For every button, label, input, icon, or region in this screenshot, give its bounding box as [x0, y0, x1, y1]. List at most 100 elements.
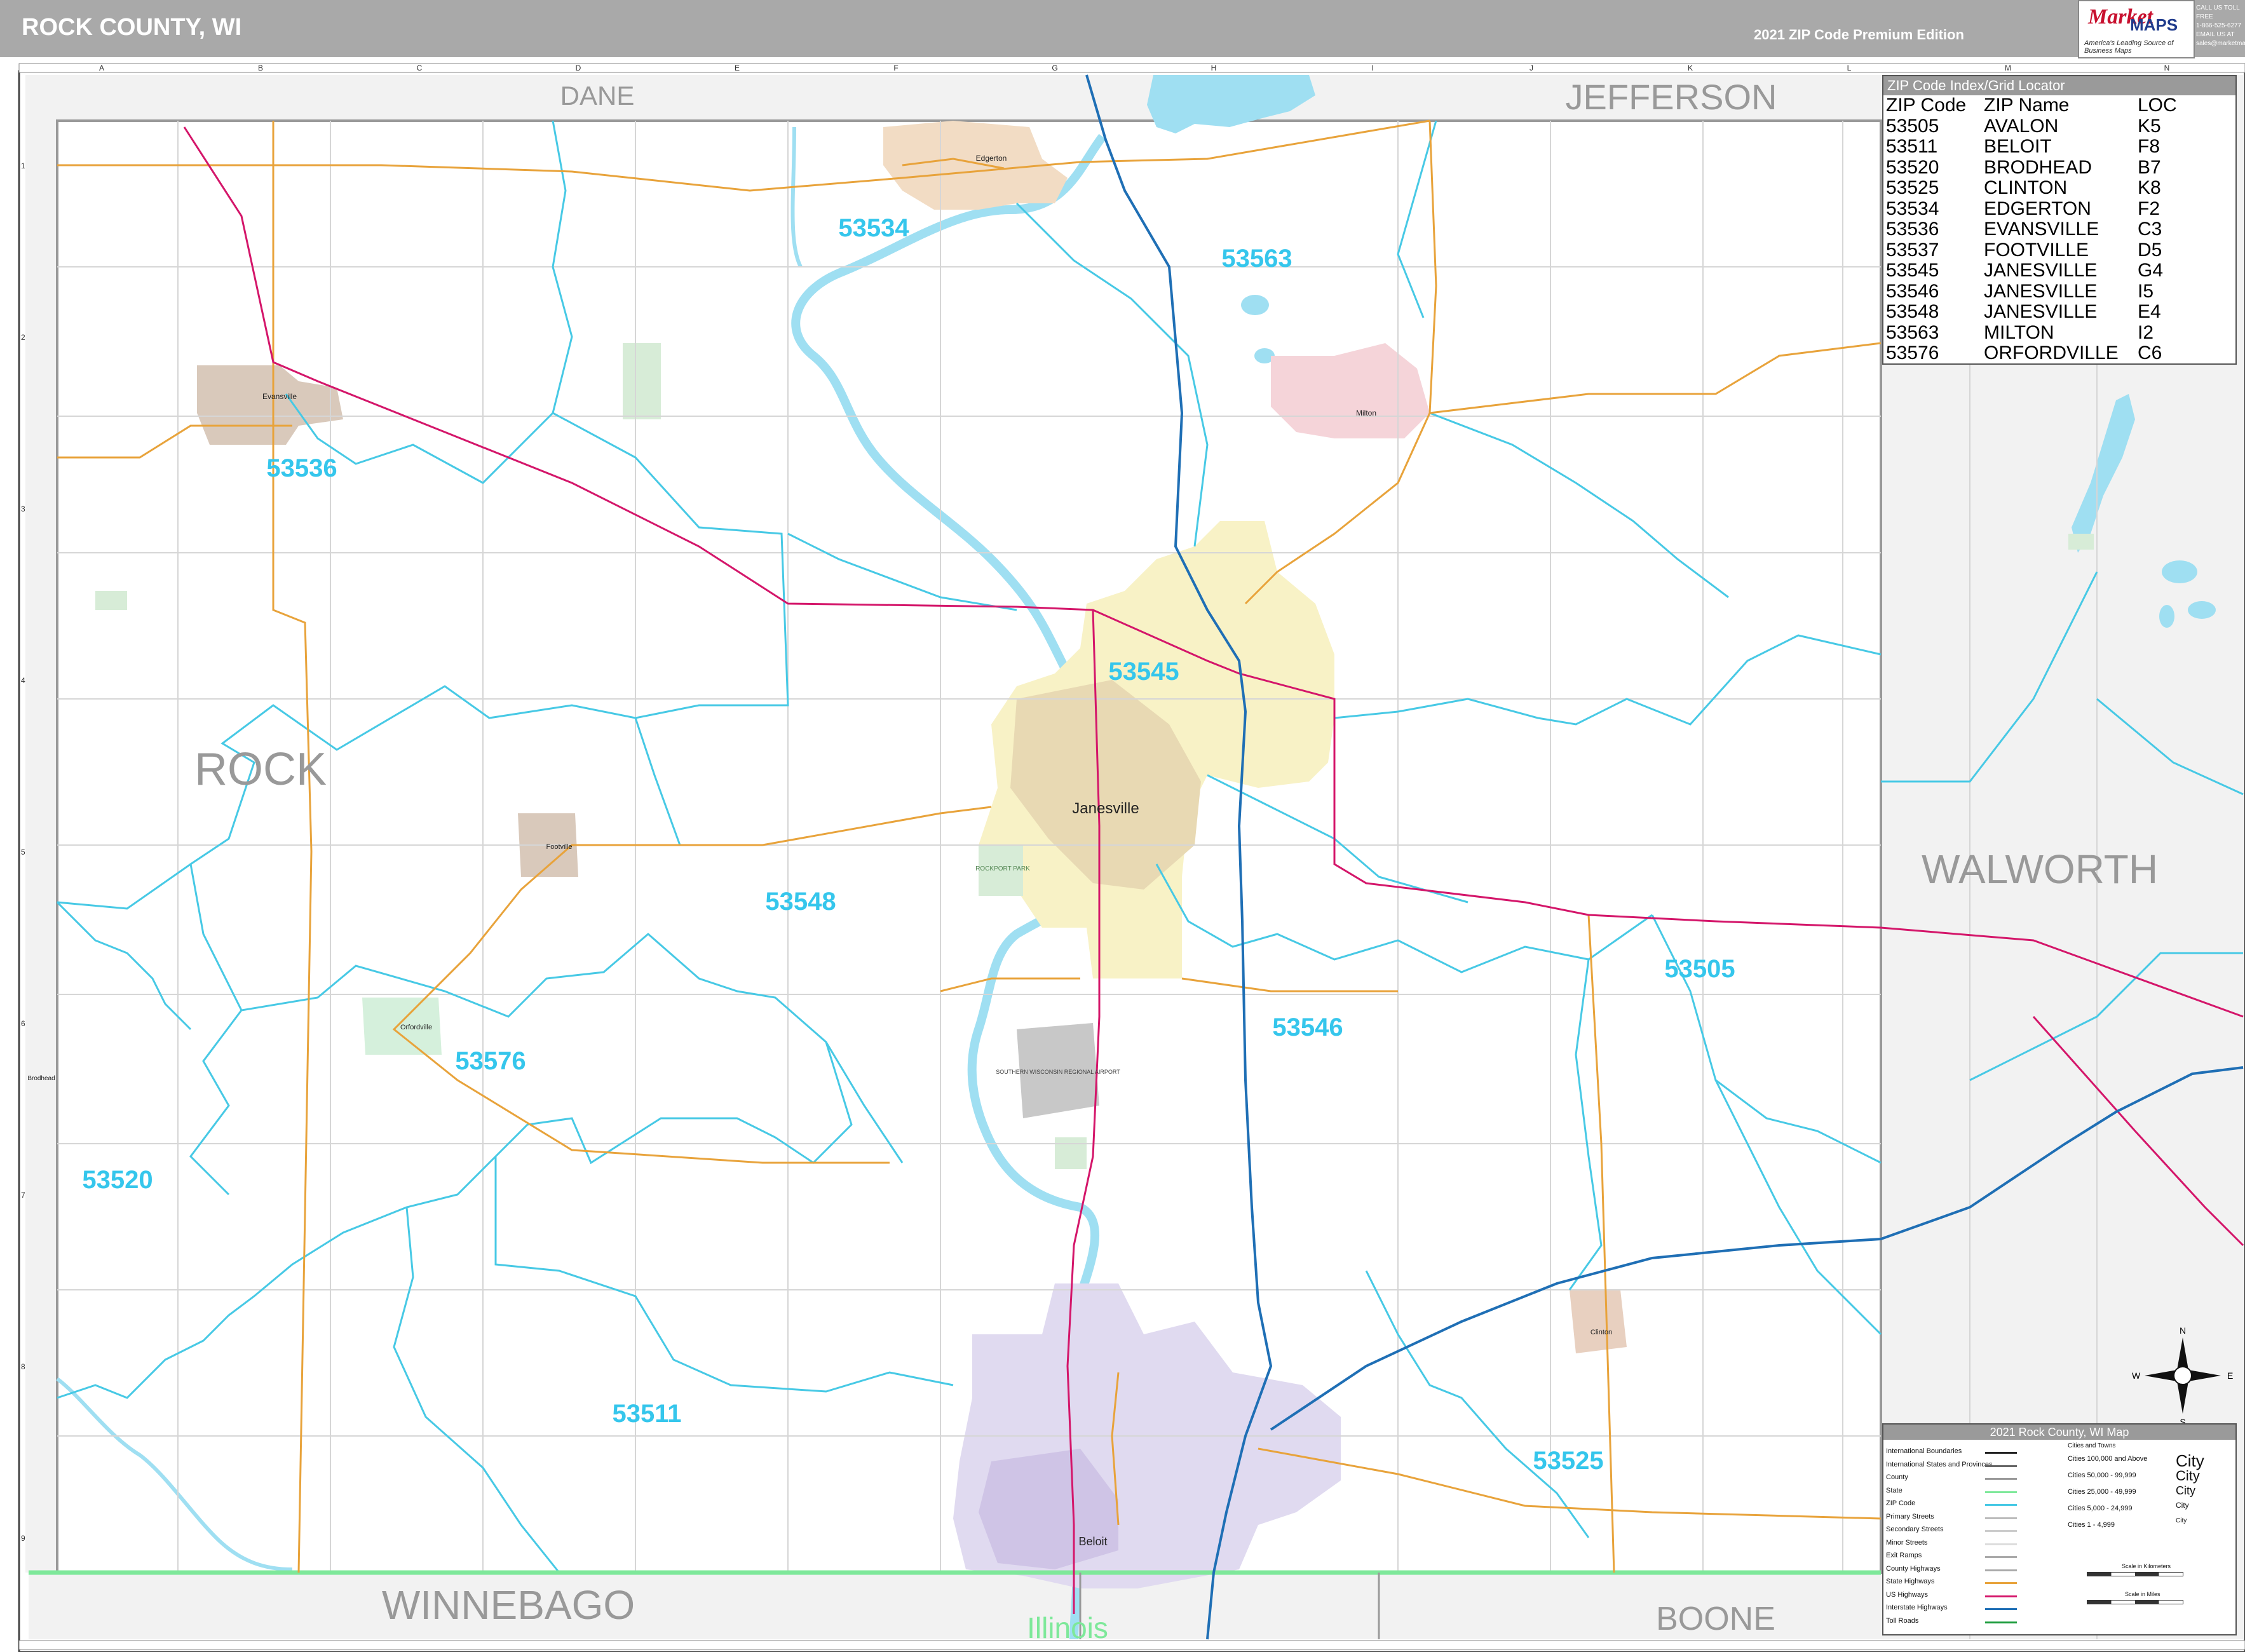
- compass-center: [2173, 1366, 2192, 1385]
- legend-line-swatch: [1985, 1517, 2017, 1519]
- zip-cell: 53576: [1886, 342, 1939, 363]
- zip-name-cell: EVANSVILLE: [1984, 219, 2099, 240]
- grid-row: 4: [21, 676, 25, 685]
- place-label-rockport-park: ROCKPORT PARK: [975, 865, 1030, 872]
- legend-line-swatch: [1985, 1621, 2017, 1623]
- legend-line-swatch: [1985, 1504, 2017, 1506]
- legend-title: 2021 Rock County, WI Map: [1883, 1425, 2235, 1440]
- zip-loc-cell: I5: [2138, 280, 2154, 302]
- zip-index-row: 53548 JANESVILLE E4: [1886, 301, 2227, 323]
- zip-index-row: 53505 AVALON K5: [1886, 116, 2227, 137]
- grid-col: H: [1211, 64, 1217, 72]
- legend-scale-bar-km: [2087, 1572, 2183, 1576]
- zip-cell: 53536: [1886, 219, 1939, 240]
- legend-scale-km: Scale in Kilometers: [2122, 1563, 2171, 1569]
- zip-name-cell: EDGERTON: [1984, 198, 2091, 219]
- zip-name-cell: CLINTON: [1984, 177, 2068, 198]
- compass-w: W: [2132, 1371, 2141, 1381]
- zip-name-cell: JANESVILLE: [1984, 301, 2098, 322]
- legend-line-label: Minor Streets: [1886, 1538, 1928, 1547]
- place-label-orfordville: Orfordville: [400, 1024, 432, 1031]
- place-label-beloit: Beloit: [1078, 1535, 1107, 1548]
- grid-col: M: [2005, 64, 2011, 72]
- legend-line-label: Primary Streets: [1886, 1512, 1934, 1520]
- park-evansville: [623, 343, 661, 419]
- grid-bar-bottom: [18, 1640, 2245, 1650]
- county-label-rock: ROCK: [194, 744, 327, 795]
- zip-cell: 53534: [1886, 198, 1939, 219]
- legend-city-label: Cities 1 - 4,999: [2068, 1521, 2115, 1529]
- zip-loc-cell: G4: [2138, 260, 2164, 281]
- zip-index-row: 53520 BRODHEAD B7: [1886, 156, 2227, 179]
- zip-name-cell: MILTON: [1984, 322, 2054, 343]
- lake-walworth-4: [2159, 605, 2174, 628]
- legend-line-label: County: [1886, 1473, 1908, 1481]
- county-label-boone: BOONE: [1656, 1601, 1775, 1637]
- state-label-illinois: Illinois: [1027, 1611, 1108, 1644]
- park-west: [95, 591, 127, 610]
- zip-label-53505: 53505: [1664, 955, 1735, 983]
- contact-phone: 1-866-525-6277: [2196, 22, 2242, 29]
- zip-cell: 53546: [1886, 280, 1939, 302]
- park-beloit: [1055, 1137, 1087, 1169]
- zip-label-53525: 53525: [1533, 1447, 1603, 1475]
- zip-cell: 53563: [1886, 322, 1939, 343]
- header-zip-code: ZIP Code: [1886, 95, 1967, 116]
- zip-loc-cell: C6: [2138, 342, 2162, 363]
- contact-line: CALL US TOLL FREE: [2196, 4, 2240, 20]
- zip-index-header-row: ZIP Code ZIP Name LOC: [1886, 95, 2227, 116]
- zip-name-cell: JANESVILLE: [1984, 260, 2098, 281]
- zip-loc-cell: K8: [2138, 177, 2161, 198]
- zip-index-row: 53546 JANESVILLE I5: [1886, 281, 2227, 302]
- legend-line-label: State Highways: [1886, 1578, 1935, 1585]
- legend-line-label: Interstate Highways: [1886, 1604, 1948, 1611]
- outside-county-west: [25, 75, 57, 1573]
- grid-row: 1: [21, 161, 25, 170]
- grid-row: 6: [21, 1019, 25, 1028]
- outside-county-south: [29, 1573, 1881, 1639]
- legend-line-swatch: [1985, 1595, 2017, 1597]
- zip-index-row: 53563 MILTON I2: [1886, 322, 2227, 344]
- zip-label-53536: 53536: [266, 454, 337, 482]
- zip-name-cell: BELOIT: [1984, 136, 2052, 157]
- lake-walworth-2: [2162, 560, 2197, 583]
- legend-city-sample: City: [2176, 1468, 2200, 1484]
- zip-label-53520: 53520: [82, 1166, 153, 1194]
- logo-tagline: America's Leading Source of Business Map…: [2084, 39, 2174, 55]
- legend-city-label: Cities 50,000 - 99,999: [2068, 1472, 2136, 1479]
- legend-scale-mi: Scale in Miles: [2125, 1591, 2160, 1597]
- zip-loc-cell: I2: [2138, 322, 2154, 343]
- zip-name-cell: AVALON: [1984, 115, 2059, 137]
- zip-label-53511: 53511: [612, 1400, 681, 1428]
- zip-name-cell: JANESVILLE: [1984, 280, 2098, 302]
- grid-col: J: [1529, 64, 1533, 72]
- zip-label-53545: 53545: [1108, 658, 1179, 686]
- county-label-jefferson: JEFFERSON: [1566, 77, 1777, 117]
- place-label-clinton: Clinton: [1590, 1329, 1612, 1336]
- header-bar: ROCK COUNTY, WI 2021 ZIP Code Premium Ed…: [0, 0, 2245, 58]
- grid-col: G: [1052, 64, 1057, 72]
- county-label-winnebago: WINNEBAGO: [382, 1582, 635, 1628]
- edition-label: 2021 ZIP Code Premium Edition: [1754, 27, 1964, 43]
- zip-index-panel: ZIP Code Index/Grid Locator ZIP Code ZIP…: [1882, 75, 2237, 365]
- legend-line-swatch: [1985, 1608, 2017, 1610]
- logo-maps-text: MAPS: [2130, 15, 2178, 34]
- zip-index-row: 53525 CLINTON K8: [1886, 177, 2227, 199]
- legend-line-label: ZIP Code: [1886, 1500, 1916, 1507]
- grid-row: 5: [21, 848, 25, 856]
- grid-col: L: [1847, 64, 1852, 72]
- legend-line-label: Toll Roads: [1886, 1616, 1919, 1625]
- place-label-evansville: Evansville: [262, 392, 297, 401]
- legend-line-label: Secondary Streets: [1886, 1526, 1944, 1533]
- legend-city-label: Cities 100,000 and Above: [2068, 1455, 2148, 1463]
- zip-label-53576: 53576: [455, 1047, 526, 1075]
- zip-loc-cell: B7: [2138, 156, 2161, 178]
- zip-index-caption: ZIP Code Index/Grid Locator: [1883, 76, 2235, 95]
- grid-col: D: [576, 64, 581, 72]
- zip-cell: 53548: [1886, 301, 1939, 322]
- legend-line-swatch: [1985, 1569, 2017, 1571]
- grid-bar-top: [18, 63, 2245, 73]
- legend-line-swatch: [1985, 1452, 2017, 1454]
- legend-line-label: Exit Ramps: [1886, 1552, 1922, 1559]
- legend-line-label: State: [1886, 1486, 1902, 1494]
